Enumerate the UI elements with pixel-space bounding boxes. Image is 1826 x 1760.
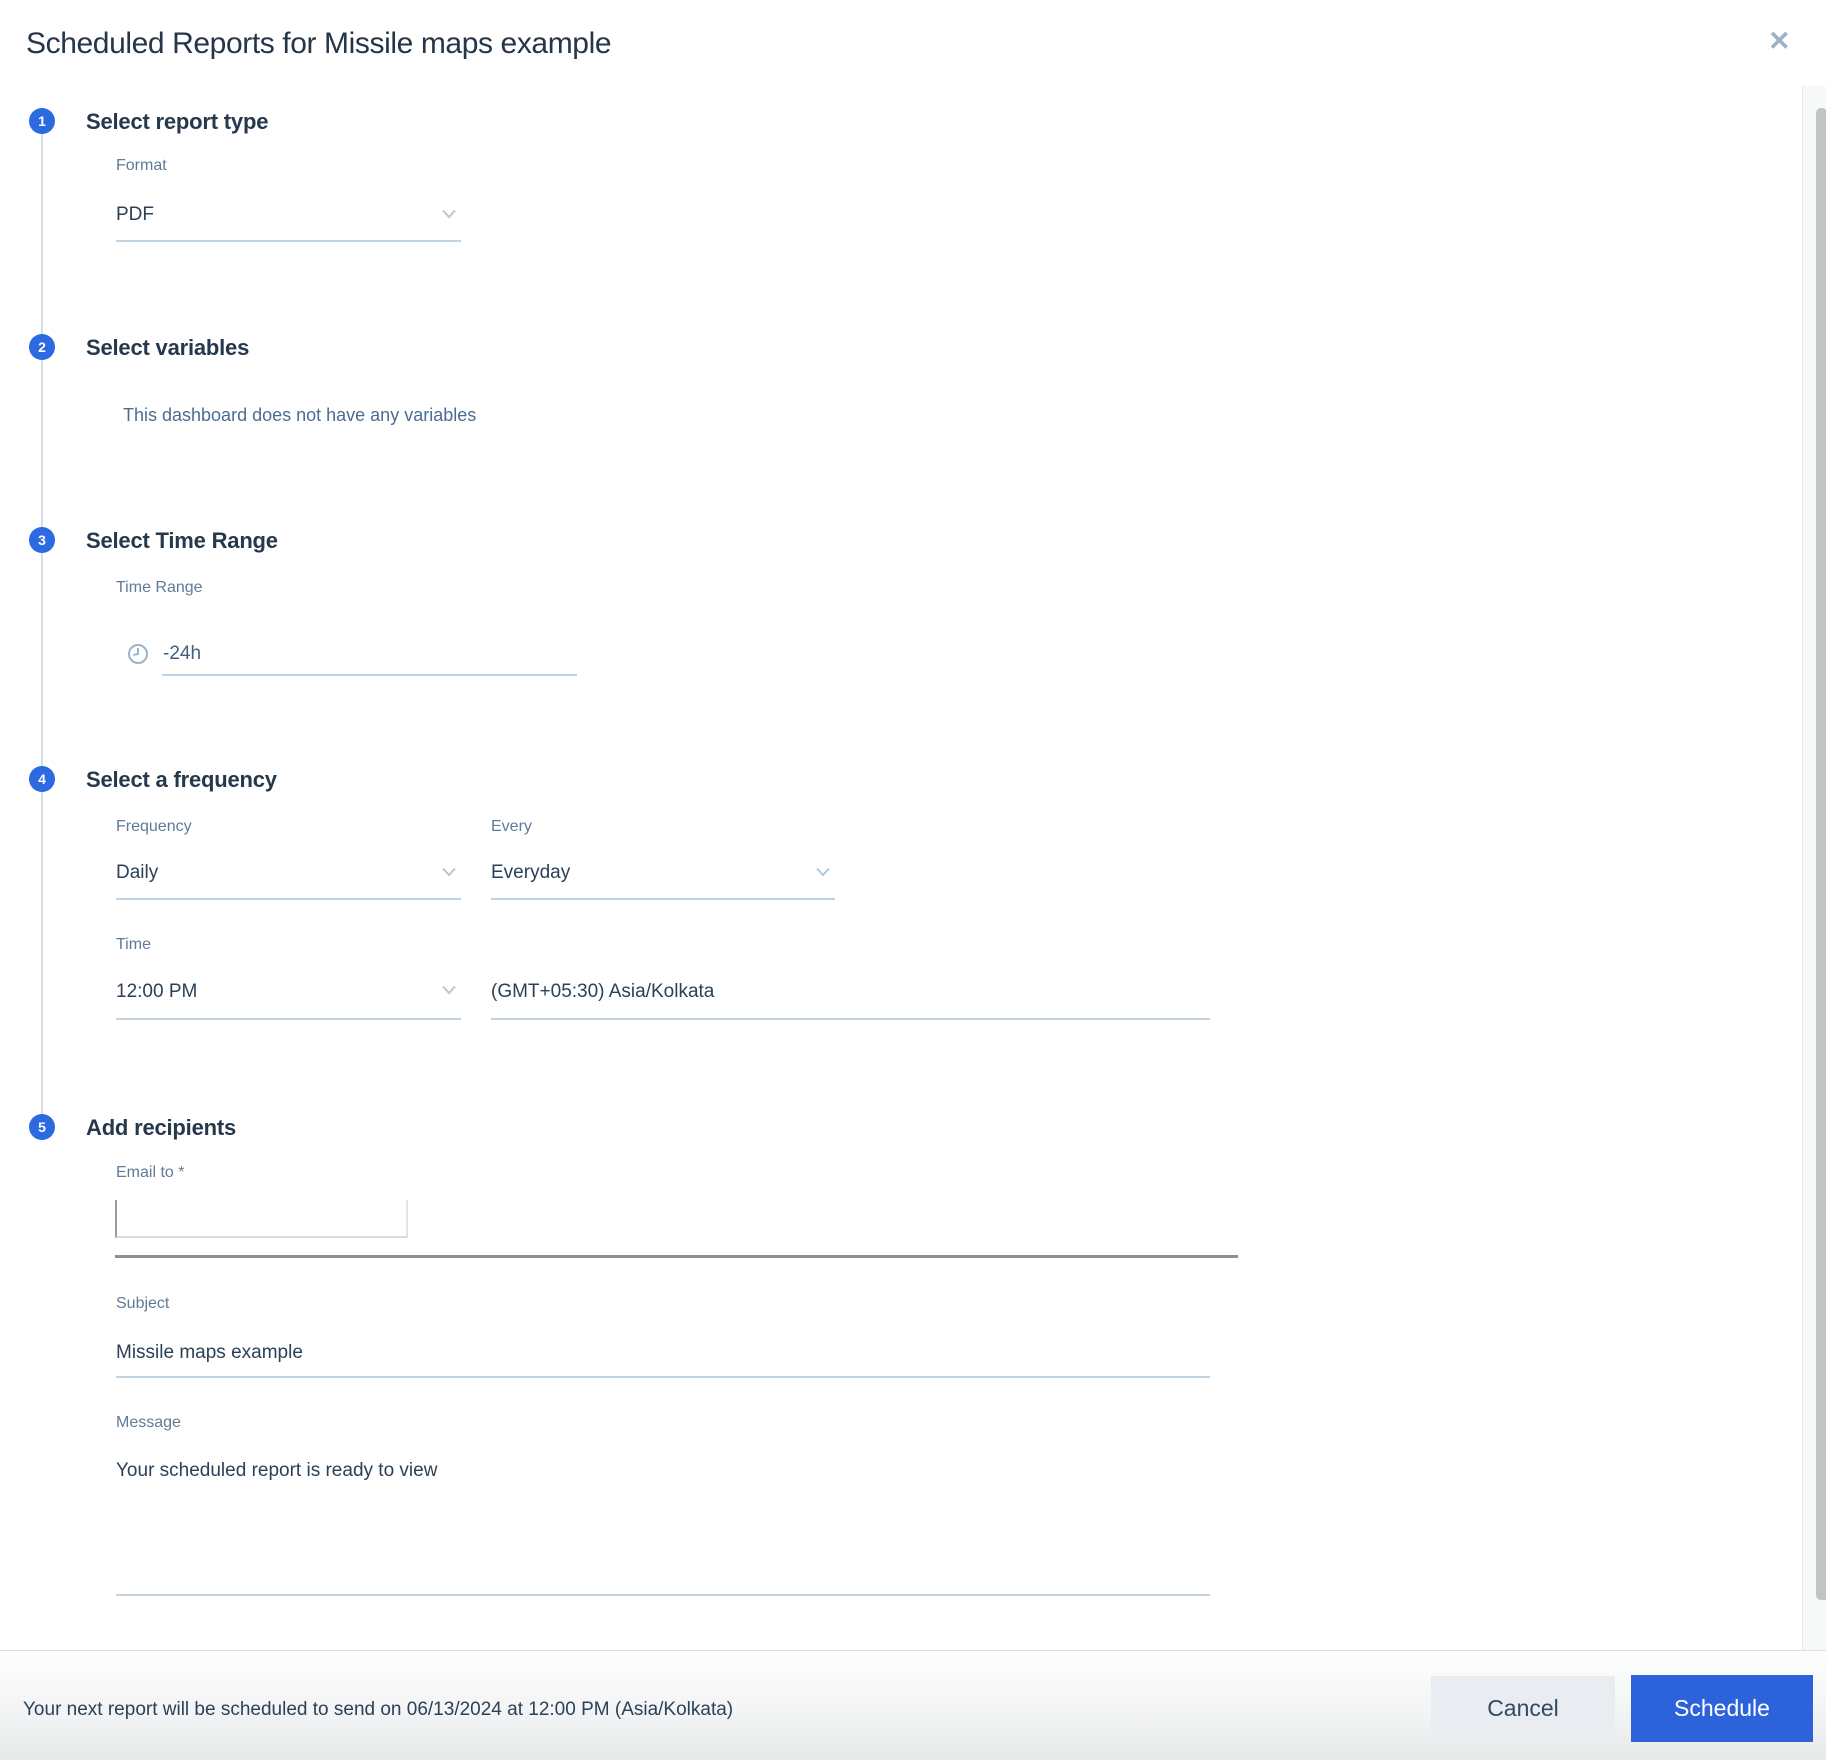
format-underline — [116, 240, 461, 242]
step-2-number: 2 — [38, 339, 46, 355]
subject-underline — [116, 1376, 1210, 1378]
dialog-footer: Your next report will be scheduled to se… — [0, 1650, 1826, 1760]
step-5-number: 5 — [38, 1119, 46, 1135]
step-3-badge: 3 — [29, 527, 55, 553]
cancel-button[interactable]: Cancel — [1431, 1676, 1615, 1741]
timezone-value: (GMT+05:30) Asia/Kolkata — [491, 981, 715, 1002]
email-input[interactable] — [115, 1200, 408, 1238]
chevron-down-icon — [441, 982, 457, 995]
time-underline — [116, 1018, 461, 1020]
chevron-down-icon — [441, 206, 457, 219]
step-2-badge: 2 — [29, 334, 55, 360]
step-1-number: 1 — [38, 113, 46, 129]
format-value: PDF — [116, 204, 154, 225]
frequency-value: Daily — [116, 862, 159, 883]
message-underline — [116, 1594, 1210, 1596]
every-label: Every — [491, 818, 532, 835]
next-report-status-text: Your next report will be scheduled to se… — [23, 1699, 734, 1720]
time-range-label: Time Range — [116, 579, 203, 596]
step-5-heading: Add recipients — [86, 1115, 237, 1140]
step-2-heading: Select variables — [86, 335, 250, 360]
clock-icon — [126, 642, 150, 671]
close-icon[interactable]: ✕ — [1768, 28, 1791, 55]
time-value: 12:00 PM — [116, 981, 198, 1002]
dialog-title: Scheduled Reports for Missile maps examp… — [26, 27, 612, 60]
scrollbar-track[interactable] — [1802, 86, 1826, 1650]
frequency-underline — [116, 898, 461, 900]
timezone-field[interactable]: (GMT+05:30) Asia/Kolkata — [491, 976, 1210, 1020]
every-value: Everyday — [491, 862, 571, 883]
no-variables-text: This dashboard does not have any variabl… — [123, 405, 477, 425]
time-range-underline — [162, 674, 577, 676]
step-connector-line — [41, 121, 43, 1127]
subject-value: Missile maps example — [116, 1342, 303, 1363]
chevron-down-icon — [441, 864, 457, 877]
step-1-badge: 1 — [29, 108, 55, 134]
time-range-value: -24h — [163, 643, 202, 664]
message-value: Your scheduled report is ready to view — [116, 1460, 438, 1481]
scheduled-reports-dialog: Scheduled Reports for Missile maps examp… — [0, 0, 1826, 1760]
email-field-divider — [115, 1255, 1238, 1258]
subject-label: Subject — [116, 1295, 170, 1312]
step-4-badge: 4 — [29, 766, 55, 792]
step-5-badge: 5 — [29, 1114, 55, 1140]
step-4-heading: Select a frequency — [86, 767, 277, 792]
time-label: Time — [116, 936, 151, 953]
frequency-label: Frequency — [116, 818, 192, 835]
email-to-label: Email to * — [116, 1164, 185, 1181]
scrollbar-thumb[interactable] — [1816, 108, 1826, 1600]
timezone-underline — [491, 1018, 1210, 1020]
every-underline — [491, 898, 835, 900]
schedule-button[interactable]: Schedule — [1631, 1675, 1813, 1742]
message-label: Message — [116, 1414, 181, 1431]
step-3-heading: Select Time Range — [86, 528, 278, 553]
time-range-field[interactable]: -24h — [116, 636, 577, 676]
format-select[interactable]: PDF — [116, 200, 461, 242]
every-select[interactable]: Everyday — [491, 858, 835, 900]
message-input[interactable]: Your scheduled report is ready to view — [116, 1455, 1210, 1596]
step-3-number: 3 — [38, 532, 46, 548]
chevron-down-icon — [815, 864, 831, 877]
frequency-select[interactable]: Daily — [116, 858, 461, 900]
step-4-number: 4 — [38, 771, 46, 787]
subject-input[interactable]: Missile maps example — [116, 1338, 1210, 1378]
format-label: Format — [116, 157, 167, 174]
step-1-heading: Select report type — [86, 109, 269, 134]
time-select[interactable]: 12:00 PM — [116, 976, 461, 1020]
